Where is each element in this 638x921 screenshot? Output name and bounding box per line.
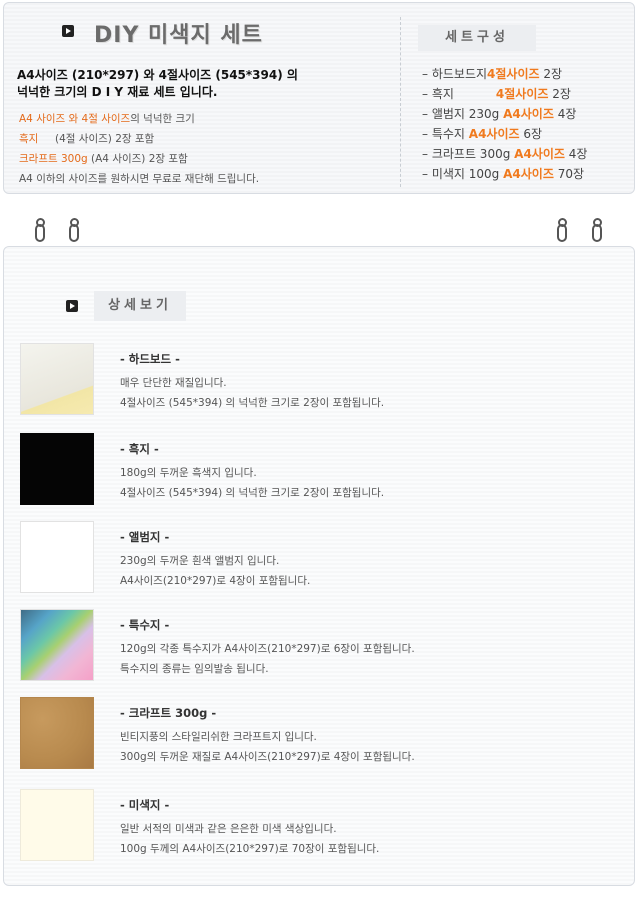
detail-item-hardboard: - 하드보드 - 매우 단단한 재질입니다. 4절사이즈 (545*394) 의… xyxy=(20,343,620,423)
composition-title: 세트구성 xyxy=(418,25,536,51)
detail-item-kraft-paper: - 크라프트 300g - 빈티지풍의 스타일리쉬한 크라프트지 입니다. 30… xyxy=(20,697,620,777)
composition-item: – 특수지 A4사이즈 6장 xyxy=(422,127,543,141)
desc-line-2: 흑지 (4절 사이즈) 2장 포함 xyxy=(19,133,155,145)
composition-item: – 흑지 4절사이즈 2장 xyxy=(422,87,571,101)
vertical-divider xyxy=(400,17,401,187)
detail-item-black-paper: - 흑지 - 180g의 두꺼운 흑색지 입니다. 4절사이즈 (545*394… xyxy=(20,433,620,513)
composition-item: – 미색지 100g A4사이즈 70장 xyxy=(422,167,585,181)
detail-item-special-paper: - 특수지 - 120g의 각종 특수지가 A4사이즈(210*297)로 6장… xyxy=(20,609,620,689)
headline-line-2: 넉넉한 크기의 D I Y 재료 세트 입니다. xyxy=(17,85,218,99)
detail-item-ivory-paper: - 미색지 - 일반 서적의 미색과 같은 은은한 미색 색상입니다. 100g… xyxy=(20,789,620,869)
hardboard-swatch xyxy=(20,343,94,415)
arrow-bullet-icon xyxy=(66,300,78,312)
desc-line-3: 크라프트 300g (A4 사이즈) 2장 포함 xyxy=(19,153,188,165)
ivory-paper-swatch xyxy=(20,789,94,861)
detail-panel: 상세보기 - 하드보드 - 매우 단단한 재질입니다. 4절사이즈 (545*3… xyxy=(3,246,635,886)
special-paper-swatch xyxy=(20,609,94,681)
composition-item: – 앨범지 230g A4사이즈 4장 xyxy=(422,107,577,121)
desc-line-1: A4 사이즈 와 4절 사이즈의 넉넉한 크기 xyxy=(19,113,195,125)
summary-panel: DIY 미색지 세트 A4사이즈 (210*297) 와 4절사이즈 (545*… xyxy=(3,2,635,194)
detail-title: 상세보기 xyxy=(94,291,186,321)
album-paper-swatch xyxy=(20,521,94,593)
arrow-bullet-icon xyxy=(62,25,74,37)
page-title: DIY 미색지 세트 xyxy=(94,23,263,48)
composition-item: – 하드보드지4절사이즈 2장 xyxy=(422,67,563,81)
black-paper-swatch xyxy=(20,433,94,505)
composition-item: – 크라프트 300g A4사이즈 4장 xyxy=(422,147,588,161)
desc-line-4: A4 이하의 사이즈를 원하시면 무료로 재단해 드립니다. xyxy=(19,173,260,185)
kraft-paper-swatch xyxy=(20,697,94,769)
detail-item-album-paper: - 앨범지 - 230g의 두꺼운 흰색 앨범지 입니다. A4사이즈(210*… xyxy=(20,521,620,601)
headline-line-1: A4사이즈 (210*297) 와 4절사이즈 (545*394) 의 xyxy=(17,68,298,82)
